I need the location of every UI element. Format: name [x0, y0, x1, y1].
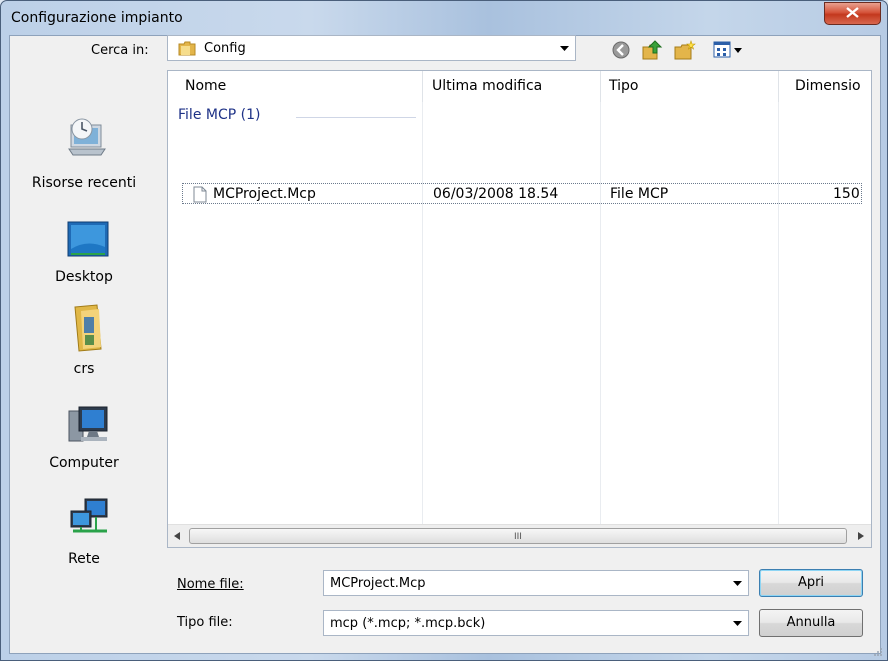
user-folder-icon [74, 304, 102, 352]
group-header[interactable]: File MCP (1) [178, 107, 260, 123]
file-icon [193, 186, 207, 203]
filetype-select[interactable]: mcp (*.mcp; *.mcp.bck) [323, 610, 749, 636]
horizontal-scrollbar[interactable]: III [168, 524, 871, 547]
place-label: Desktop [55, 269, 113, 285]
place-user-folder[interactable]: crs [9, 297, 159, 381]
column-headers: Nome Ultima modifica Tipo Dimensio [168, 71, 871, 102]
file-type: File MCP [610, 186, 669, 202]
chevron-down-icon[interactable] [733, 581, 742, 586]
look-in-value: Config [204, 41, 246, 56]
close-icon [846, 7, 859, 18]
place-recent[interactable]: Risorse recenti [9, 113, 159, 191]
desktop-icon [67, 221, 109, 257]
column-header-modified[interactable]: Ultima modifica [432, 78, 542, 94]
scroll-right-icon[interactable] [858, 532, 864, 540]
cancel-button[interactable]: Annulla [759, 609, 863, 637]
column-header-size[interactable]: Dimensio [795, 78, 861, 94]
group-divider [296, 117, 416, 118]
place-label: Computer [49, 455, 119, 471]
window-title: Configurazione impianto [11, 10, 183, 26]
resize-grip-icon[interactable] [873, 647, 883, 657]
open-button[interactable]: Apri [759, 569, 863, 597]
places-bar: Risorse recenti Desktop crs Computer Ret… [9, 35, 159, 567]
scrollbar-thumb[interactable]: III [189, 528, 847, 544]
column-header-type[interactable]: Tipo [609, 78, 638, 94]
filename-input[interactable]: MCProject.Mcp [323, 570, 749, 596]
column-header-name[interactable]: Nome [185, 78, 226, 94]
file-open-dialog: Configurazione impianto Cerca in: Config [0, 0, 888, 661]
place-label: Rete [68, 551, 100, 567]
title-bar[interactable]: Configurazione impianto [1, 1, 887, 35]
computer-icon [68, 406, 108, 442]
file-list[interactable]: Nome Ultima modifica Tipo Dimensio File … [167, 70, 872, 548]
place-label: crs [73, 361, 95, 377]
file-modified: 06/03/2008 18.54 [433, 186, 559, 202]
scrollbar-grip: III [514, 532, 522, 542]
chevron-down-icon [560, 46, 569, 51]
place-network[interactable]: Rete [9, 495, 159, 571]
recent-places-icon [68, 118, 106, 156]
filename-label: Nome file: [177, 577, 244, 592]
file-row[interactable]: MCProject.Mcp 06/03/2008 18.54 File MCP … [182, 183, 862, 204]
place-label: Risorse recenti [31, 175, 137, 191]
filetype-value: mcp (*.mcp; *.mcp.bck) [330, 616, 486, 631]
scroll-left-icon[interactable] [174, 532, 180, 540]
place-desktop[interactable]: Desktop [9, 215, 159, 285]
filetype-label: Tipo file: [177, 615, 233, 630]
file-name: MCProject.Mcp [213, 186, 316, 202]
place-computer[interactable]: Computer [9, 401, 159, 477]
look-in-combo[interactable]: Config [167, 35, 576, 61]
file-size: 150 [833, 186, 860, 202]
close-button[interactable] [824, 2, 881, 25]
new-folder-icon[interactable] [673, 39, 697, 61]
folder-icon [178, 41, 196, 56]
view-menu-icon[interactable] [713, 39, 745, 61]
up-folder-icon[interactable] [641, 39, 663, 61]
network-icon [70, 498, 108, 533]
back-icon[interactable] [611, 39, 631, 61]
filename-value: MCProject.Mcp [330, 576, 426, 591]
chevron-down-icon[interactable] [733, 621, 742, 626]
